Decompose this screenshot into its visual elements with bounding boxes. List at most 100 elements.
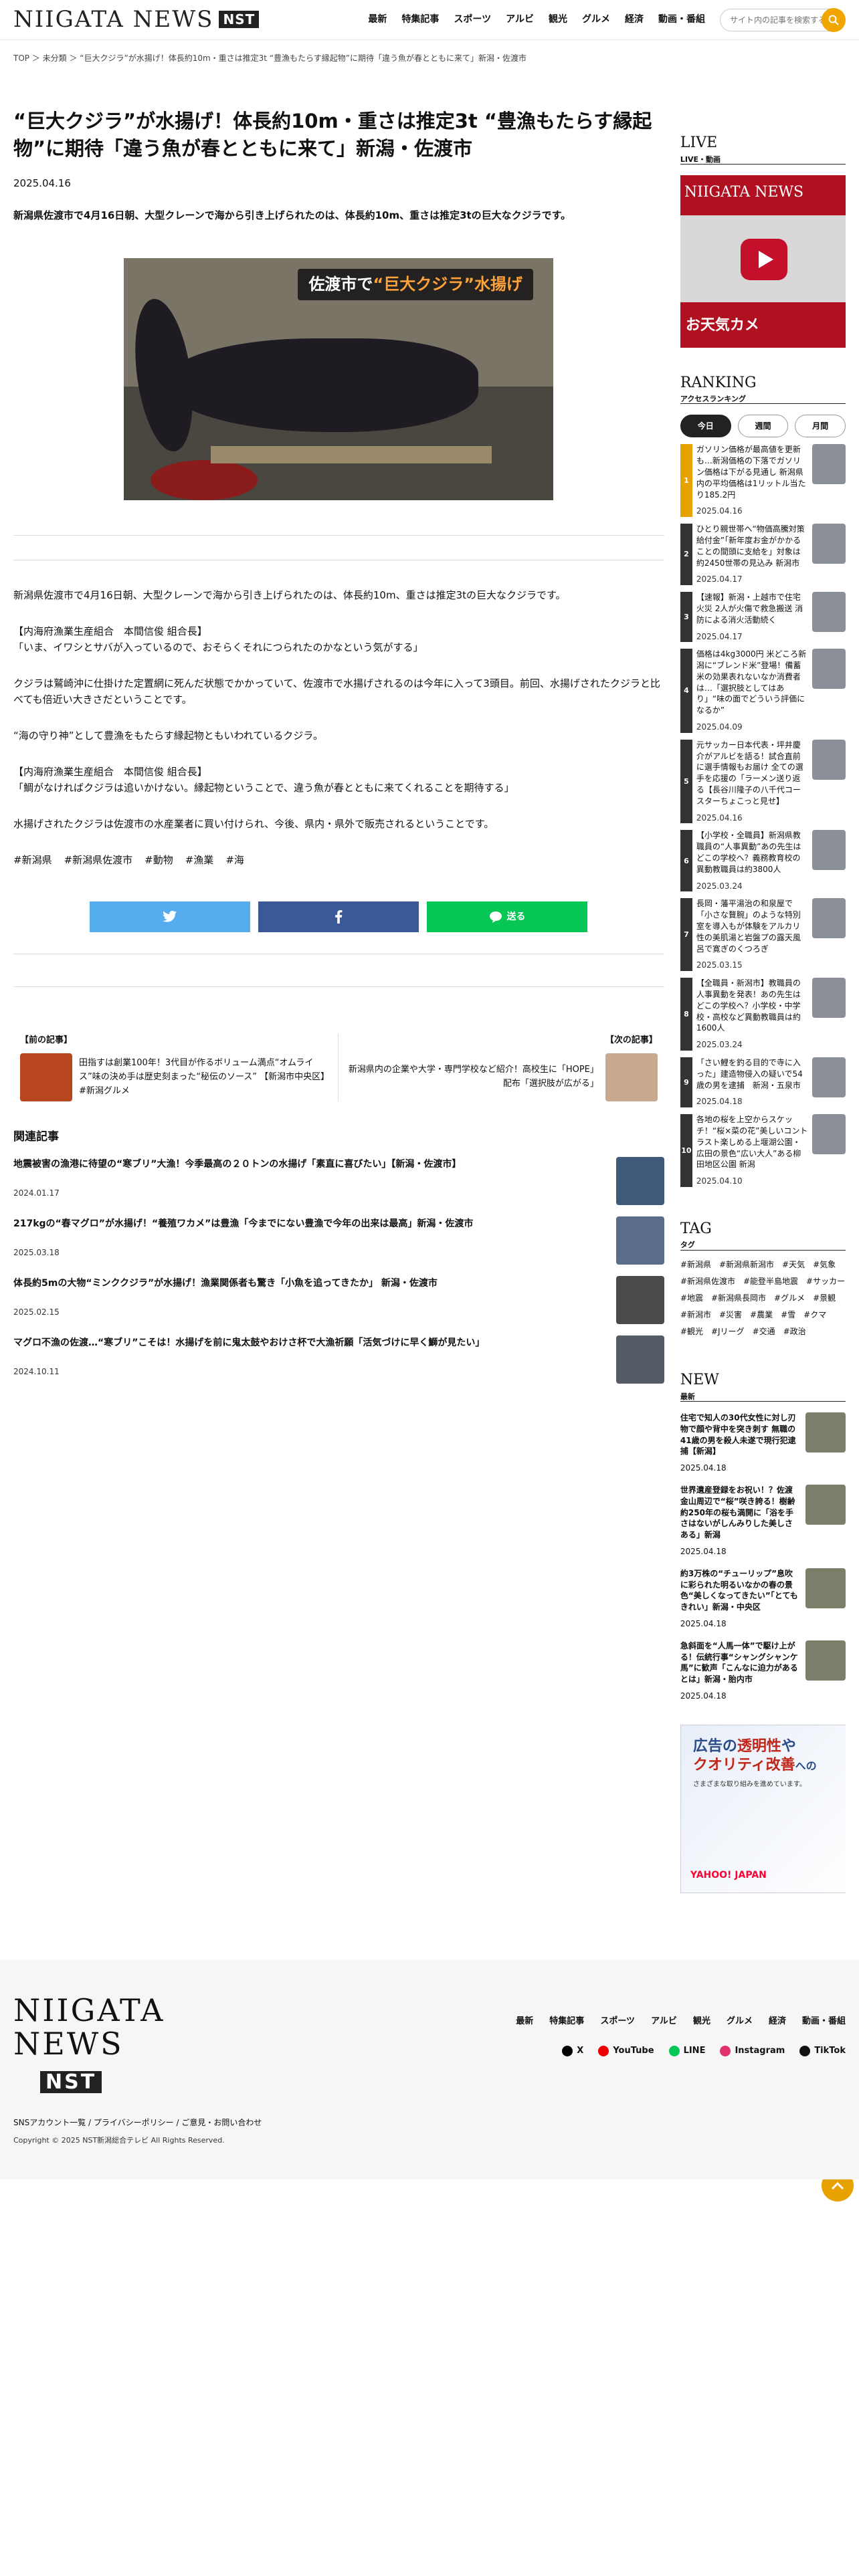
ranking-date: 2025.03.24 <box>696 881 743 891</box>
sidebar-tag-link[interactable]: #新潟県新潟市 <box>719 1259 774 1271</box>
live-banner[interactable]: NIIGATA NEWS お天気カメ <box>680 175 846 348</box>
tag-link[interactable]: #漁業 <box>185 852 214 868</box>
sidebar-tag-link[interactable]: #政治 <box>783 1325 806 1338</box>
ranking-item[interactable]: 9 「さい鯉を釣る目的で寺に入った」建造物侵入の疑いで54歳の男を逮捕 新潟・五泉… <box>680 1057 846 1108</box>
ranking-text: ひとり親世帯へ“物価高騰対策給付金”「新年度お金がかかることの間頭に支給を」対象… <box>696 524 808 585</box>
ranking-item[interactable]: 8 【全職員・新潟市】教職員の人事異動を発表！あの先生はどこの学校へ？小学校・中学… <box>680 978 846 1051</box>
related-item[interactable]: 217kgの“春マグロ”が水揚げ！“養殖ワカメ”は豊漁「今までにない豊漁で今年の… <box>13 1216 664 1266</box>
tag-subheading: タグ <box>680 1241 695 1250</box>
sns-x-link[interactable]: X <box>562 2044 583 2058</box>
sidebar-tag-link[interactable]: #気象 <box>813 1259 836 1271</box>
ranking-item[interactable]: 7 長岡・藩平湯治の和泉屋で「小さな贅腕」のような特別室を導入もが体験をアルカリ性… <box>680 898 846 972</box>
sidebar-tag-link[interactable]: #天気 <box>782 1259 805 1271</box>
nav-features[interactable]: 特集記事 <box>401 12 439 27</box>
tag-link[interactable]: #新潟県佐渡市 <box>64 852 133 868</box>
sidebar-tag-link[interactable]: #雪 <box>781 1309 795 1321</box>
ranking-title: 元サッカー日本代表・坪井慶介がアルビを語る！試合直前に選手情報もお届け 全ての選… <box>696 740 803 806</box>
tab-weekly[interactable]: 週間 <box>737 415 789 438</box>
nav-latest[interactable]: 最新 <box>368 12 387 27</box>
tag-link[interactable]: #海 <box>225 852 244 868</box>
ranking-number: 5 <box>680 739 692 824</box>
nav-gourmet[interactable]: グルメ <box>582 12 610 27</box>
site-logo[interactable]: NIIGATA NEWS NST <box>13 1 260 37</box>
sidebar-tag-link[interactable]: #地震 <box>680 1292 703 1305</box>
live-banner-logo: NIIGATA NEWS <box>684 183 804 201</box>
sidebar-tag-link[interactable]: #観光 <box>680 1325 703 1338</box>
tag-link[interactable]: #新潟県 <box>13 852 52 868</box>
footer-nav-gourmet[interactable]: グルメ <box>727 2015 753 2029</box>
sidebar-tag-link[interactable]: #グルメ <box>774 1292 805 1305</box>
sns-tiktok-link[interactable]: TikTok <box>799 2044 846 2058</box>
nav-tourism[interactable]: 観光 <box>549 12 567 27</box>
sidebar-tag-link[interactable]: #景観 <box>813 1292 836 1305</box>
new-item[interactable]: 約3万株の“チューリップ”息吹に彩られた明るいなかの春の景色“美しくなってきたい… <box>680 1568 846 1630</box>
share-x-button[interactable] <box>90 901 251 933</box>
ad-banner[interactable]: 広告の透明性や クオリティ改善への さまざまな取り組みを進めています。 YAHOO… <box>680 1724 846 1893</box>
ranking-item[interactable]: 3 【速報】新潟・上越市で住宅火災 2人が火傷で救急搬送 消防による消火活動続く 2… <box>680 592 846 643</box>
tag-link[interactable]: #動物 <box>145 852 173 868</box>
ranking-text: 価格は4kg3000円 米どころ新潟に“ブレンド米”登場！備蓄米の効果表れないな… <box>696 649 808 733</box>
footer-nav-economy[interactable]: 経済 <box>769 2015 786 2029</box>
ranking-number: 1 <box>680 444 692 518</box>
sidebar-tag-link[interactable]: #クマ <box>803 1309 826 1321</box>
search-button[interactable] <box>822 7 846 32</box>
global-nav: 最新 特集記事 スポーツ アルビ 観光 グルメ 経済 動画・番組 <box>368 12 705 27</box>
ranking-item[interactable]: 5 元サッカー日本代表・坪井慶介がアルビを語る！試合直前に選手情報もお届け 全ての… <box>680 739 846 824</box>
sidebar-tag-link[interactable]: #能登半島地震 <box>743 1275 798 1288</box>
sns-instagram-link[interactable]: Instagram <box>720 2044 785 2058</box>
ranking-item[interactable]: 10 各地の桜を上空からスケッチ！“桜×菜の花”美しいコントラスト楽しめる上堰湖公… <box>680 1114 846 1187</box>
ad-text: 広告の <box>692 1737 737 1755</box>
sidebar-tag-link[interactable]: #新潟県長岡市 <box>711 1292 766 1305</box>
ranking-date: 2025.03.15 <box>696 960 743 970</box>
ranking-item[interactable]: 1 ガソリン価格が最高値を更新も…新潟価格の下落でガソリン価格は下がる見通し 新潟… <box>680 444 846 518</box>
ranking-item[interactable]: 6 【小学校・全職員】新潟県教職員の“人事異動”あの先生はどこの学校へ？義務教育校… <box>680 830 846 892</box>
ranking-item[interactable]: 2 ひとり親世帯へ“物価高騰対策給付金”「新年度お金がかかることの間頭に支給を」対… <box>680 524 846 586</box>
footer-links[interactable]: SNSアカウント一覧 / プライバシーポリシー / ご意見・お問い合わせ <box>13 2117 846 2129</box>
sidebar-tag-link[interactable]: #新潟県佐渡市 <box>680 1275 735 1288</box>
sidebar-tag-link[interactable]: #Jリーグ <box>711 1325 745 1338</box>
sns-line-link[interactable]: LINE <box>668 2044 705 2058</box>
ranking-number: 7 <box>680 898 692 972</box>
nav-economy[interactable]: 経済 <box>625 12 644 27</box>
nav-albirex[interactable]: アルビ <box>506 12 534 27</box>
footer-nav-albirex[interactable]: アルビ <box>651 2015 677 2029</box>
footer-nav-tourism[interactable]: 観光 <box>693 2015 710 2029</box>
sidebar-tag-link[interactable]: #新潟県 <box>680 1259 711 1271</box>
related-item[interactable]: マグロ不漁の佐渡…“寒ブリ”こそは！水揚げを前に鬼太鼓やおけさ杯で大漁祈願「活気… <box>13 1335 664 1385</box>
nav-sports[interactable]: スポーツ <box>454 12 491 27</box>
tab-monthly[interactable]: 月間 <box>795 415 846 438</box>
article-main: “巨大クジラ”が水揚げ！体長約10m・重さは推定3t “豊漁もたらす縁起物”に期… <box>13 65 664 1893</box>
tab-today[interactable]: 今日 <box>680 415 731 438</box>
sidebar-tag-link[interactable]: #サッカー <box>806 1275 845 1288</box>
new-item[interactable]: 急斜面を“人馬一体”で駆け上がる！伝統行事“シャングシャンケ馬”に歓声「こんなに… <box>680 1640 846 1702</box>
live-subheading: LIVE・動画 <box>680 154 721 164</box>
prev-article[interactable]: 【前の記事】 田指すは創業100年！3代目が作るボリューム満点“オムライス”味の… <box>13 1034 339 1102</box>
footer-nav-latest[interactable]: 最新 <box>516 2015 533 2029</box>
nav-video[interactable]: 動画・番組 <box>658 12 705 27</box>
share-facebook-button[interactable] <box>258 901 419 933</box>
ranking-text: 元サッカー日本代表・坪井慶介がアルビを語る！試合直前に選手情報もお届け 全ての選… <box>696 740 808 824</box>
next-article[interactable]: 【次の記事】 新潟県内の企業や大学・専門学校など紹介！高校生に「HOPE」配布「… <box>339 1034 664 1102</box>
new-item[interactable]: 住宅で知人の30代女性に対し刃物で顔や背中を突き刺す 無職の41歳の男を殺人未遂… <box>680 1412 846 1474</box>
footer-nav-features[interactable]: 特集記事 <box>549 2015 584 2029</box>
share-line-button[interactable]: 送る <box>427 901 588 933</box>
breadcrumb[interactable]: TOP ＞ 未分類 ＞ “巨大クジラ”が水揚げ！体長約10m・重さは推定3t “… <box>0 40 859 65</box>
related-item[interactable]: 地震被害の漁港に待望の“寒ブリ”大漁！今季最高の２０トンの水揚げ「素直に喜びたい… <box>13 1157 664 1206</box>
search-input[interactable] <box>720 8 834 31</box>
sidebar-tag-link[interactable]: #交通 <box>753 1325 775 1338</box>
new-item[interactable]: 世界遺産登録をお祝い！？佐渡金山周辺で“桜”咲き誇る！樹齢約250年の桜も満開に… <box>680 1485 846 1558</box>
sidebar-tag-link[interactable]: #新潟市 <box>680 1309 711 1321</box>
ranking-item[interactable]: 4 価格は4kg3000円 米どころ新潟に“ブレンド米”登場！備蓄米の効果表れない… <box>680 649 846 733</box>
article-paragraph: 【内海府漁業生産組合 本間信俊 組合長】 「鯛がなければクジラは追いかけない。縁… <box>13 766 514 794</box>
sidebar: LIVE LIVE・動画 NIIGATA NEWS お天気カメ RANKING アク… <box>680 65 846 1893</box>
footer-nav-sports[interactable]: スポーツ <box>600 2015 635 2029</box>
sidebar-tag-link[interactable]: #災害 <box>719 1309 742 1321</box>
sns-label: Instagram <box>735 2045 785 2056</box>
related-item[interactable]: 体長約5mの大物“ミンククジラ”が水揚げ！漁業関係者も驚き「小魚を追ってきたか」… <box>13 1276 664 1325</box>
next-label: 【次の記事】 <box>605 1035 658 1046</box>
sidebar-tag-link[interactable]: #農業 <box>750 1309 773 1321</box>
footer-nav-video[interactable]: 動画・番組 <box>802 2015 846 2029</box>
sns-youtube-link[interactable]: YouTube <box>598 2044 654 2058</box>
ranking-text: 【小学校・全職員】新潟県教職員の“人事異動”あの先生はどこの学校へ？義務教育校の… <box>696 830 808 891</box>
related-date: 2024.01.17 <box>13 1188 60 1198</box>
